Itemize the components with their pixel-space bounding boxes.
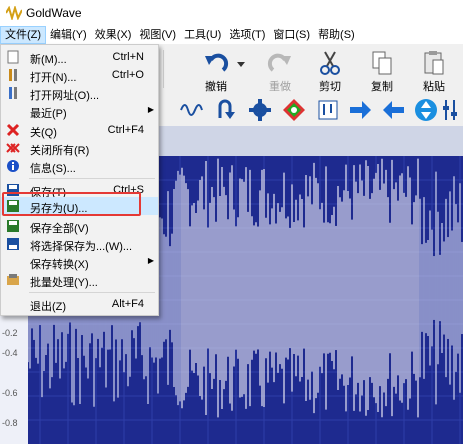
menu-item-shortcut: Ctrl+O [111, 69, 144, 81]
undo-label: 撤销 [205, 81, 227, 93]
highlight-callout [2, 192, 141, 216]
file-menu-save-selection[interactable]: 将选择保存为...(W)... [1, 235, 158, 253]
copy-button[interactable]: 复制 [362, 48, 402, 93]
file-menu-save-convert[interactable]: 保存转换(X) ▶ [1, 253, 158, 271]
file-menu-open[interactable]: 打开(N)... Ctrl+O [1, 66, 158, 84]
menu-item-shortcut: Ctrl+N [112, 51, 144, 63]
menu-file[interactable]: 文件(Z) [0, 26, 47, 44]
menu-divider [29, 178, 155, 179]
save-selection-icon [7, 238, 19, 250]
reverse-icon[interactable] [214, 98, 238, 122]
menu-item-label: 退出(Z) [30, 301, 67, 313]
goldwave-logo-icon [6, 6, 22, 20]
menu-item-label: 信息(S)... [30, 163, 76, 175]
open-url-icon [9, 87, 17, 99]
menu-item-label: 保存全部(V) [30, 223, 89, 235]
color-wheel-icon[interactable] [282, 98, 306, 122]
info-icon [7, 160, 19, 172]
copy-label: 复制 [371, 81, 393, 93]
undo-dropdown-button[interactable] [234, 48, 248, 92]
sine-wave-icon[interactable] [180, 98, 204, 122]
redo-icon [267, 53, 291, 72]
paste-icon [424, 51, 444, 75]
file-menu-info[interactable]: 信息(S)... [1, 157, 158, 175]
submenu-arrow-icon: ▶ [147, 105, 154, 114]
menu-item-label: 新(M)... [30, 54, 67, 66]
window-title: GoldWave [26, 6, 82, 20]
undo-button[interactable]: 撤销 [196, 48, 236, 93]
new-file-icon [7, 50, 19, 64]
menu-item-label: 打开(N)... [30, 72, 77, 84]
file-menu-recent[interactable]: 最近(P) ▶ [1, 102, 158, 120]
save-all-icon [7, 220, 19, 232]
menu-item-label: 批量处理(Y)... [30, 277, 98, 289]
close-all-icon [6, 143, 20, 153]
expand-vertical-icon[interactable] [414, 98, 438, 122]
menu-divider [29, 292, 155, 293]
menu-view[interactable]: 视图(V) [135, 26, 180, 44]
gear-effect-icon[interactable] [248, 98, 272, 122]
menu-item-label: 打开网址(O)... [30, 90, 100, 102]
title-bar: GoldWave [0, 0, 463, 26]
scissors-icon [320, 51, 340, 75]
menu-edit[interactable]: 编辑(Y) [46, 26, 91, 44]
menu-item-label: 关闭所有(R) [30, 145, 90, 157]
file-menu-batch[interactable]: 批量处理(Y)... [1, 271, 158, 289]
menu-item-label: 将选择保存为...(W)... [30, 241, 133, 253]
menu-item-shortcut: Ctrl+F4 [107, 124, 144, 136]
open-icon [9, 69, 17, 81]
paste-button[interactable]: 粘贴 [414, 48, 454, 93]
file-menu-exit[interactable]: 退出(Z) Alt+F4 [1, 295, 158, 313]
axis-label: -0.4 [2, 348, 18, 358]
file-menu-close[interactable]: 关(Q) Ctrl+F4 [1, 121, 158, 139]
menu-window[interactable]: 窗口(S) [269, 26, 314, 44]
chevron-down-icon [237, 62, 245, 67]
file-menu-save-all[interactable]: 保存全部(V) [1, 217, 158, 235]
axis-label: -0.6 [2, 388, 18, 398]
menu-item-label: 保存转换(X) [30, 259, 89, 271]
menu-item-shortcut: Alt+F4 [111, 298, 144, 310]
cut-button[interactable]: 剪切 [310, 48, 350, 93]
redo-label: 重做 [269, 81, 291, 93]
menu-help[interactable]: 帮助(S) [314, 26, 359, 44]
undo-icon [205, 53, 229, 72]
menu-item-label: 最近(P) [30, 108, 67, 120]
file-menu-dropdown: 新(M)... Ctrl+N 打开(N)... Ctrl+O 打开网址(O)..… [0, 44, 159, 316]
file-menu-open-url[interactable]: 打开网址(O)... [1, 84, 158, 102]
music-note-icon[interactable] [316, 98, 340, 122]
redo-button[interactable]: 重做 [260, 48, 300, 93]
arrow-right-icon[interactable] [348, 98, 372, 122]
menu-effects[interactable]: 效果(X) [91, 26, 136, 44]
close-icon [6, 123, 20, 137]
file-menu-new[interactable]: 新(M)... Ctrl+N [1, 48, 158, 66]
menu-options[interactable]: 选项(T) [225, 26, 269, 44]
axis-label: -0.8 [2, 418, 18, 428]
batch-icon [7, 274, 19, 285]
submenu-arrow-icon: ▶ [147, 256, 154, 265]
toolbar-separator [163, 50, 164, 88]
menu-tools[interactable]: 工具(U) [180, 26, 225, 44]
file-menu-close-all[interactable]: 关闭所有(R) [1, 139, 158, 157]
menu-bar: 文件(Z) 编辑(Y) 效果(X) 视图(V) 工具(U) 选项(T) 窗口(S… [0, 26, 463, 44]
menu-item-label: 关(Q) [30, 127, 57, 139]
copy-icon [372, 51, 392, 75]
axis-label: -0.2 [2, 328, 18, 338]
paste-label: 粘贴 [423, 81, 445, 93]
mixer-sliders-icon[interactable] [442, 98, 462, 122]
arrow-left-icon[interactable] [382, 98, 406, 122]
cut-label: 剪切 [319, 81, 341, 93]
